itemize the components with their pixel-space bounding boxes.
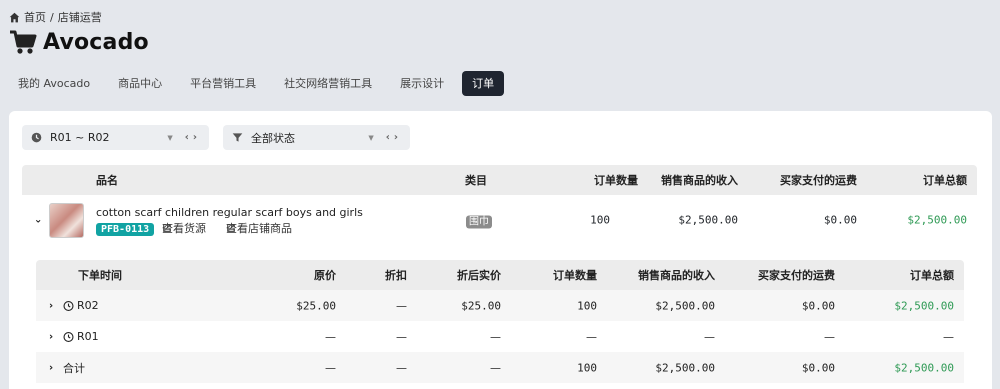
prev-next-icons[interactable]: ‹›	[185, 132, 201, 143]
period-label: 合计	[63, 361, 85, 375]
clock-icon	[63, 300, 74, 311]
collapse-chevron-icon[interactable]: ⌄	[34, 215, 42, 226]
discount: —	[396, 361, 407, 374]
shipping: $0.00	[801, 299, 835, 312]
detail-table-header: 下单时间 原价 折扣 折后实价 订单数量 销售商品的收入 买家支付的运费 订单总…	[36, 260, 964, 290]
col-revenue: 销售商品的收入	[638, 269, 715, 282]
revenue: $2,500.00	[655, 361, 715, 374]
chevron-down-icon[interactable]: ▼	[368, 134, 373, 142]
sku-badge: PFB-0113	[96, 223, 155, 236]
detail-row-total[interactable]: › 合计 — — — 100 $2,500.00 $0.00 $2,500.00	[36, 352, 964, 383]
view-store-label: 查看店铺商品	[226, 222, 292, 235]
col-shipping: 买家支付的运费	[758, 269, 835, 282]
shipping-paid: $0.00	[823, 213, 857, 227]
order-qty: 100	[577, 361, 597, 374]
order-qty: 100	[590, 213, 610, 227]
filter-icon	[232, 133, 243, 142]
expand-chevron-icon[interactable]: ›	[49, 331, 53, 342]
date-range-select[interactable]: R01 ~ R02 ▼ ‹›	[22, 125, 209, 150]
order-total: $2,500.00	[907, 213, 967, 227]
expand-chevron-icon[interactable]: ›	[49, 362, 53, 373]
tab-product-center[interactable]: 商品中心	[108, 71, 172, 96]
order-qty: —	[586, 330, 597, 343]
product-name[interactable]: cotton scarf children regular scarf boys…	[96, 206, 363, 219]
shopping-cart-icon	[10, 30, 37, 54]
price: $25.00	[296, 299, 336, 312]
view-source-link[interactable]: 查看货源	[162, 222, 206, 235]
col-total: 订单总额	[910, 269, 954, 282]
status-value: 全部状态	[251, 131, 295, 145]
net-price: $25.00	[461, 299, 501, 312]
tab-display-design[interactable]: 展示设计	[390, 71, 454, 96]
category-badge: 围巾	[466, 213, 492, 229]
period-cell: R01	[63, 330, 99, 343]
period-label: R01	[77, 330, 99, 343]
total: $2,500.00	[894, 361, 954, 374]
page-title: Avocado	[43, 29, 149, 55]
total: $2,500.00	[894, 299, 954, 312]
orders-card: R01 ~ R02 ▼ ‹› 全部状态 ▼ ‹› 品名 类目 订单数量 销售商品…	[9, 111, 992, 389]
view-source-label: 查看货源	[162, 222, 206, 235]
breadcrumb-current: 店铺运营	[57, 11, 102, 24]
status-select[interactable]: 全部状态 ▼ ‹›	[223, 125, 410, 150]
tab-orders[interactable]: 订单	[462, 71, 505, 96]
net-price: —	[490, 330, 501, 343]
detail-row-r01[interactable]: › R01 — — — — — — —	[36, 321, 964, 352]
col-category: 类目	[465, 174, 487, 187]
net-price: —	[490, 361, 501, 374]
tab-my-avocado[interactable]: 我的 Avocado	[8, 71, 100, 96]
period-cell: R02	[63, 299, 99, 312]
col-price: 原价	[314, 269, 336, 282]
col-qty: 订单数量	[553, 269, 597, 282]
tab-social-marketing[interactable]: 社交网络营销工具	[274, 71, 382, 96]
col-qty: 订单数量	[594, 174, 638, 187]
order-detail-table: 下单时间 原价 折扣 折后实价 订单数量 销售商品的收入 买家支付的运费 订单总…	[36, 260, 964, 385]
category-badge-label: 围巾	[466, 215, 492, 229]
shipping: $0.00	[801, 361, 835, 374]
total: —	[943, 330, 954, 343]
price: —	[325, 330, 336, 343]
orders-table-header: 品名 类目 订单数量 销售商品的收入 买家支付的运费 订单总额	[22, 165, 977, 195]
clock-icon	[63, 331, 74, 342]
product-revenue: $2,500.00	[678, 213, 738, 227]
col-shipping: 买家支付的运费	[780, 174, 857, 187]
revenue: $2,500.00	[655, 299, 715, 312]
col-discount: 折扣	[385, 269, 407, 282]
view-store-link[interactable]: 查看店铺商品	[226, 222, 292, 235]
chevron-down-icon[interactable]: ▼	[167, 134, 172, 142]
page-header: Avocado	[9, 29, 149, 55]
discount: —	[396, 330, 407, 343]
breadcrumb-home[interactable]: 首页	[24, 9, 46, 25]
col-name: 品名	[96, 174, 118, 187]
expand-chevron-icon[interactable]: ›	[49, 300, 53, 311]
tab-bar: 我的 Avocado 商品中心 平台营销工具 社交网络营销工具 展示设计 订单	[8, 71, 512, 96]
breadcrumb: 首页 / 店铺运营	[9, 9, 102, 25]
tab-platform-marketing[interactable]: 平台营销工具	[180, 71, 266, 96]
home-icon[interactable]	[9, 12, 20, 23]
date-range-value: R01 ~ R02	[50, 131, 110, 144]
table-row: ⌄ cotton scarf children regular scarf bo…	[22, 195, 977, 245]
breadcrumb-separator: /	[50, 10, 54, 24]
detail-row-r02[interactable]: › R02 $25.00 — $25.00 100 $2,500.00 $0.0…	[36, 290, 964, 321]
col-total: 订单总额	[923, 174, 967, 187]
col-order-time: 下单时间	[78, 269, 122, 282]
discount: —	[396, 299, 407, 312]
col-revenue: 销售商品的收入	[661, 174, 738, 187]
revenue: —	[704, 330, 715, 343]
clock-icon	[31, 132, 42, 143]
prev-next-icons[interactable]: ‹›	[386, 132, 402, 143]
col-net-price: 折后实价	[457, 269, 501, 282]
order-qty: 100	[577, 299, 597, 312]
period-label: R02	[77, 299, 99, 312]
price: —	[325, 361, 336, 374]
shipping: —	[824, 330, 835, 343]
product-thumbnail	[49, 203, 84, 238]
